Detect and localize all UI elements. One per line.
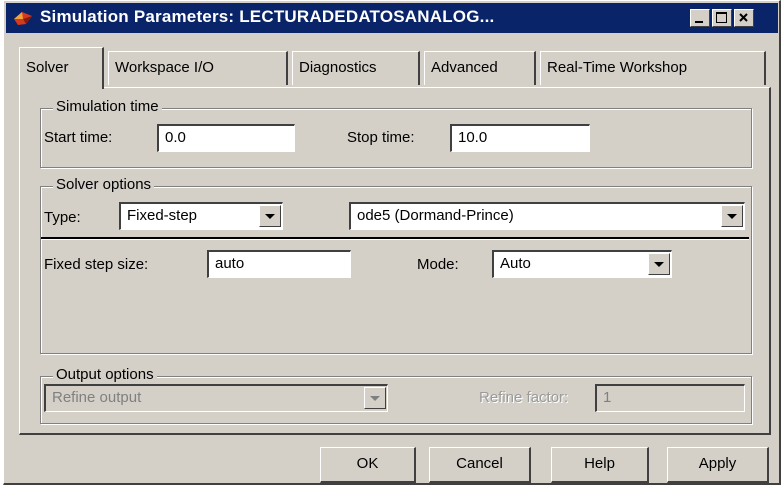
output-options-group: Output options Refine output Refine fact…: [40, 366, 752, 424]
output-options-title: Output options: [53, 366, 157, 383]
chevron-down-icon[interactable]: [721, 205, 743, 227]
maximize-button[interactable]: [712, 9, 732, 27]
tab-advanced[interactable]: Advanced: [424, 51, 536, 85]
solver-options-title: Solver options: [53, 176, 155, 193]
minimize-button[interactable]: [690, 9, 710, 27]
tab-diagnostics[interactable]: Diagnostics: [292, 51, 420, 85]
dialog-window: Simulation Parameters: LECTURADEDATOSANA…: [3, 0, 781, 485]
solver-method-select[interactable]: ode5 (Dormand-Prince): [349, 202, 745, 230]
refine-output-select[interactable]: Refine output: [44, 384, 388, 412]
window-title: Simulation Parameters: LECTURADEDATOSANA…: [40, 7, 495, 26]
chevron-down-icon[interactable]: [364, 387, 386, 409]
tab-workspace-io[interactable]: Workspace I/O: [108, 51, 288, 85]
solver-type-select[interactable]: Fixed-step: [119, 202, 283, 230]
start-time-label: Start time:: [44, 129, 113, 146]
simulation-time-group: Simulation time Start time: 0.0 Stop tim…: [40, 98, 752, 168]
cancel-button[interactable]: Cancel: [429, 447, 531, 483]
mode-label: Mode:: [417, 256, 459, 273]
fixed-step-size-input[interactable]: auto: [207, 250, 351, 278]
close-icon: [739, 13, 748, 22]
close-button[interactable]: [734, 9, 754, 27]
chevron-down-icon[interactable]: [648, 253, 670, 275]
simulink-icon: [14, 12, 32, 25]
tab-real-time-workshop[interactable]: Real-Time Workshop: [540, 51, 766, 85]
solver-method-value: ode5 (Dormand-Prince): [357, 207, 514, 224]
refine-output-value: Refine output: [52, 389, 142, 406]
mode-value: Auto: [500, 255, 531, 272]
chevron-down-icon[interactable]: [259, 205, 281, 227]
solver-type-label: Type:: [44, 209, 81, 226]
title-bar[interactable]: Simulation Parameters: LECTURADEDATOSANA…: [6, 3, 778, 33]
solver-panel: Simulation time Start time: 0.0 Stop tim…: [19, 87, 771, 435]
apply-button[interactable]: Apply: [667, 447, 769, 483]
solver-type-value: Fixed-step: [127, 207, 198, 224]
stop-time-input[interactable]: 10.0: [450, 124, 590, 152]
fixed-step-size-label: Fixed step size:: [44, 256, 149, 273]
start-time-input[interactable]: 0.0: [157, 124, 295, 152]
help-button[interactable]: Help: [551, 447, 649, 483]
mode-select[interactable]: Auto: [492, 250, 672, 278]
ok-button[interactable]: OK: [320, 447, 416, 483]
stop-time-label: Stop time:: [347, 129, 415, 146]
tab-solver[interactable]: Solver: [19, 47, 104, 89]
simulation-time-title: Simulation time: [53, 98, 162, 115]
separator: [41, 239, 749, 240]
solver-options-group: Solver options Type: Fixed-step ode5 (Do…: [40, 176, 752, 354]
refine-factor-input[interactable]: 1: [595, 384, 745, 412]
refine-factor-label: Refine factor:: [479, 389, 569, 406]
